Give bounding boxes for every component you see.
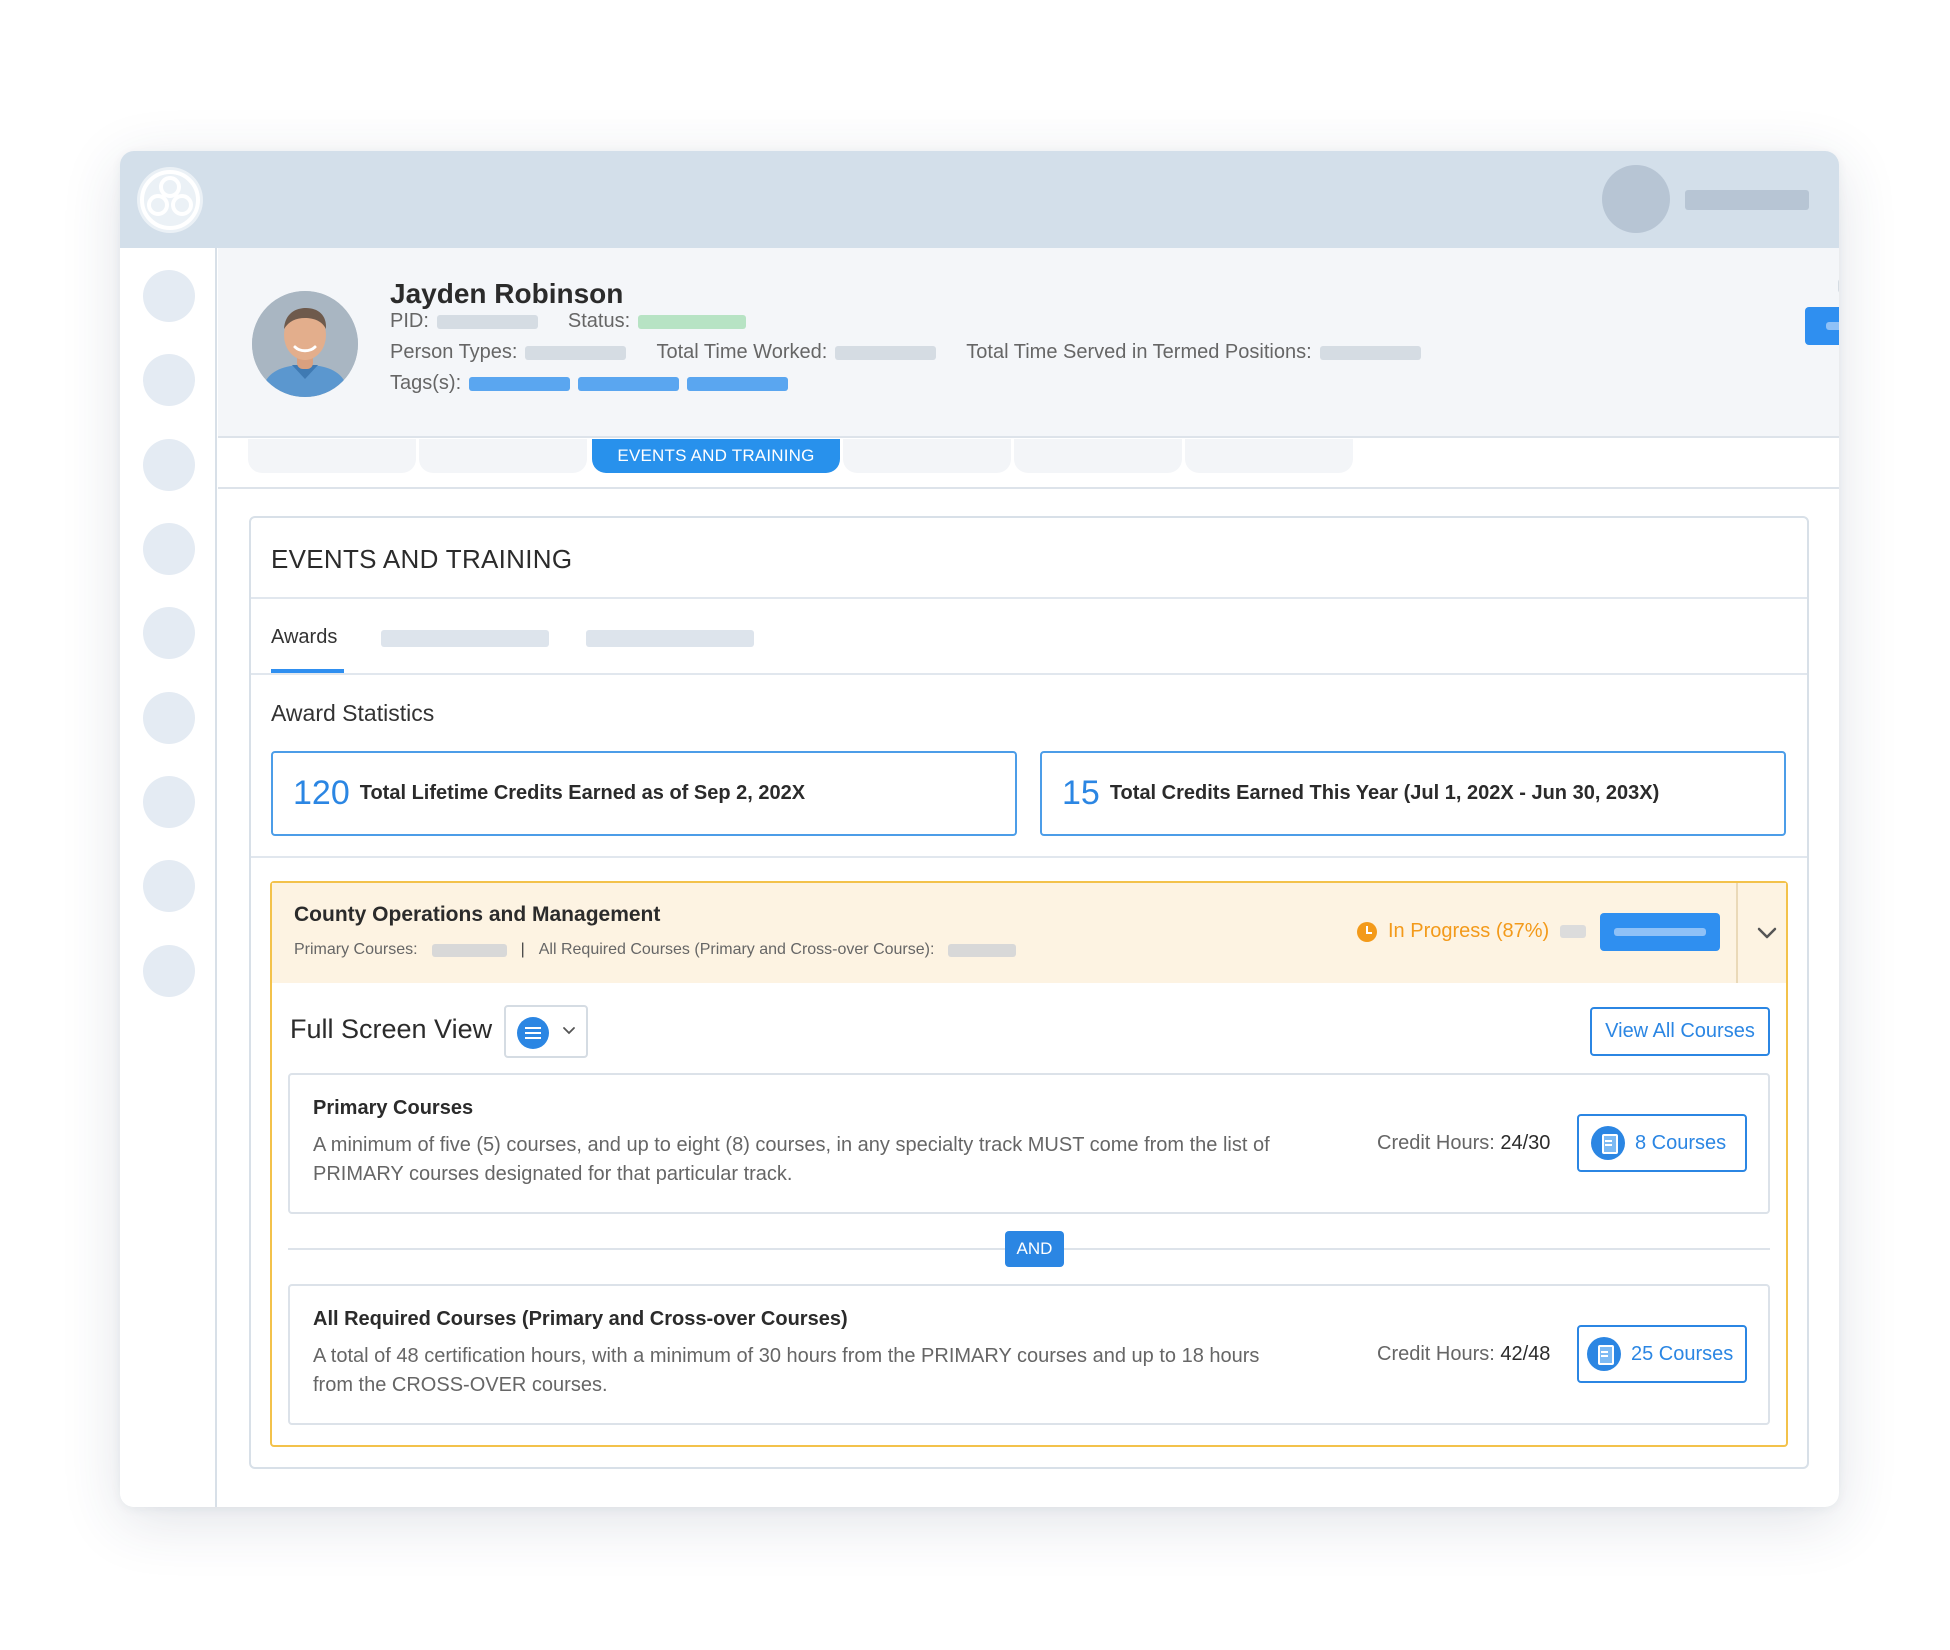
view-mode-select[interactable] <box>504 1005 588 1058</box>
credit-hours: Credit Hours: 24/30 <box>1377 1132 1550 1155</box>
tags-label: Tags(s): <box>390 372 462 394</box>
stat-value: 120 <box>293 774 350 812</box>
tab-1[interactable] <box>248 439 416 473</box>
stat-value: 15 <box>1062 774 1100 812</box>
divider <box>251 856 1807 858</box>
nav-item-3[interactable] <box>143 439 195 491</box>
side-nav <box>120 248 217 1507</box>
credit-hours-label: Credit Hours: <box>1377 1132 1495 1154</box>
divider <box>251 597 1807 599</box>
status-value-placeholder <box>638 314 747 329</box>
view-all-courses-button[interactable]: View All Courses <box>1590 1007 1770 1056</box>
person-name: Jayden Robinson <box>390 278 624 309</box>
profile-row-times: Person Types: Total Time Worked: Total T… <box>390 341 1421 364</box>
primary-courses-placeholder <box>431 943 507 957</box>
and-badge: AND <box>1005 1231 1064 1267</box>
chevron-down-icon <box>563 1027 575 1035</box>
profile-header: Jayden Robinson PID: Status: Person Type… <box>218 248 1839 438</box>
profile-row-tags: Tags(s): <box>390 372 789 395</box>
tab-4[interactable] <box>843 439 1011 473</box>
required-courses-label: All Required Courses (Primary and Cross-… <box>538 941 935 958</box>
required-courses-placeholder <box>948 943 1017 957</box>
requirement-description: A minimum of five (5) courses, and up to… <box>313 1134 1270 1185</box>
clock-icon <box>1357 921 1377 942</box>
nav-item-6[interactable] <box>143 692 195 744</box>
stat-year-credits: 15 Total Credits Earned This Year (Jul 1… <box>1040 751 1786 836</box>
document-icon <box>1587 1337 1621 1371</box>
profile-row-ids: PID: Status: <box>390 310 747 333</box>
profile-photo <box>252 291 358 397</box>
header-divider <box>1736 883 1738 983</box>
user-avatar[interactable] <box>1602 165 1670 233</box>
header-action-placeholder[interactable] <box>1838 279 1839 293</box>
nav-item-8[interactable] <box>143 860 195 912</box>
divider <box>251 673 1807 675</box>
main-tabs: EVENTS AND TRAINING <box>218 439 1839 489</box>
section-title: EVENTS AND TRAINING <box>271 544 573 574</box>
stat-lifetime-credits: 120 Total Lifetime Credits Earned as of … <box>271 751 1017 836</box>
requirement-title: Primary Courses <box>313 1097 474 1119</box>
profile-action-button[interactable] <box>1805 307 1839 345</box>
pid-value-placeholder <box>436 314 538 329</box>
tab-5[interactable] <box>1014 439 1182 473</box>
nav-item-9[interactable] <box>143 945 195 997</box>
nav-item-2[interactable] <box>143 354 195 406</box>
person-photo-icon <box>252 291 358 397</box>
status-label: Status: <box>567 310 631 332</box>
stat-label: Total Credits Earned This Year (Jul 1, 2… <box>1109 782 1660 804</box>
pid-label: PID: <box>390 310 429 332</box>
button-label-placeholder <box>1614 928 1706 936</box>
app-logo-icon[interactable] <box>135 165 205 235</box>
subtitle-divider: | <box>520 941 525 958</box>
nav-item-1[interactable] <box>143 270 195 322</box>
primary-courses-label: Primary Courses: <box>294 941 418 958</box>
full-screen-view-label: Full Screen View <box>290 1014 493 1044</box>
courses-button[interactable]: 8 Courses <box>1577 1114 1747 1172</box>
time-served-placeholder <box>1319 345 1421 360</box>
document-icon <box>1591 1126 1625 1160</box>
award-title: County Operations and Management <box>294 903 661 926</box>
time-worked-placeholder <box>835 345 937 360</box>
tag-chip[interactable] <box>469 376 571 391</box>
courses-count: 8 Courses <box>1635 1131 1727 1154</box>
stat-label: Total Lifetime Credits Earned as of Sep … <box>359 782 806 804</box>
credit-hours-label: Credit Hours: <box>1377 1343 1495 1365</box>
user-name-placeholder[interactable] <box>1685 190 1809 210</box>
status-text: In Progress (87%) <box>1388 920 1550 942</box>
credit-hours: Credit Hours: 42/48 <box>1377 1343 1550 1366</box>
courses-button[interactable]: 25 Courses <box>1577 1325 1747 1383</box>
credit-hours-value: 24/30 <box>1500 1132 1551 1154</box>
tab-6[interactable] <box>1185 439 1353 473</box>
tab-2[interactable] <box>419 439 587 473</box>
requirement-title: All Required Courses (Primary and Cross-… <box>313 1308 848 1330</box>
award-header[interactable] <box>272 883 1786 983</box>
award-statistics-title: Award Statistics <box>271 700 435 726</box>
tag-chip[interactable] <box>687 376 789 391</box>
nav-item-7[interactable] <box>143 776 195 828</box>
nav-item-5[interactable] <box>143 607 195 659</box>
tab-events-and-training[interactable]: EVENTS AND TRAINING <box>592 439 840 473</box>
person-types-label: Person Types: <box>390 341 518 363</box>
subtab-2[interactable] <box>381 630 549 647</box>
award-subtitle: Primary Courses: | All Required Courses … <box>294 941 1017 959</box>
subtab-awards[interactable]: Awards <box>271 626 337 649</box>
time-served-label: Total Time Served in Termed Positions: <box>966 341 1312 363</box>
courses-count: 25 Courses <box>1631 1342 1734 1365</box>
person-types-placeholder <box>525 345 627 360</box>
award-action-button[interactable] <box>1600 913 1720 951</box>
status-placeholder <box>1560 925 1586 938</box>
button-label-placeholder <box>1826 322 1839 330</box>
award-status: In Progress (87%) <box>1357 920 1549 943</box>
tag-chip[interactable] <box>578 376 680 391</box>
chevron-down-icon[interactable] <box>1752 918 1782 948</box>
credit-hours-value: 42/48 <box>1500 1343 1551 1365</box>
list-view-icon <box>517 1017 549 1049</box>
subtab-3[interactable] <box>586 630 754 647</box>
nav-item-4[interactable] <box>143 523 195 575</box>
requirement-description: A total of 48 certification hours, with … <box>313 1345 1260 1396</box>
top-bar <box>120 151 1839 248</box>
time-worked-label: Total Time Worked: <box>656 341 828 363</box>
